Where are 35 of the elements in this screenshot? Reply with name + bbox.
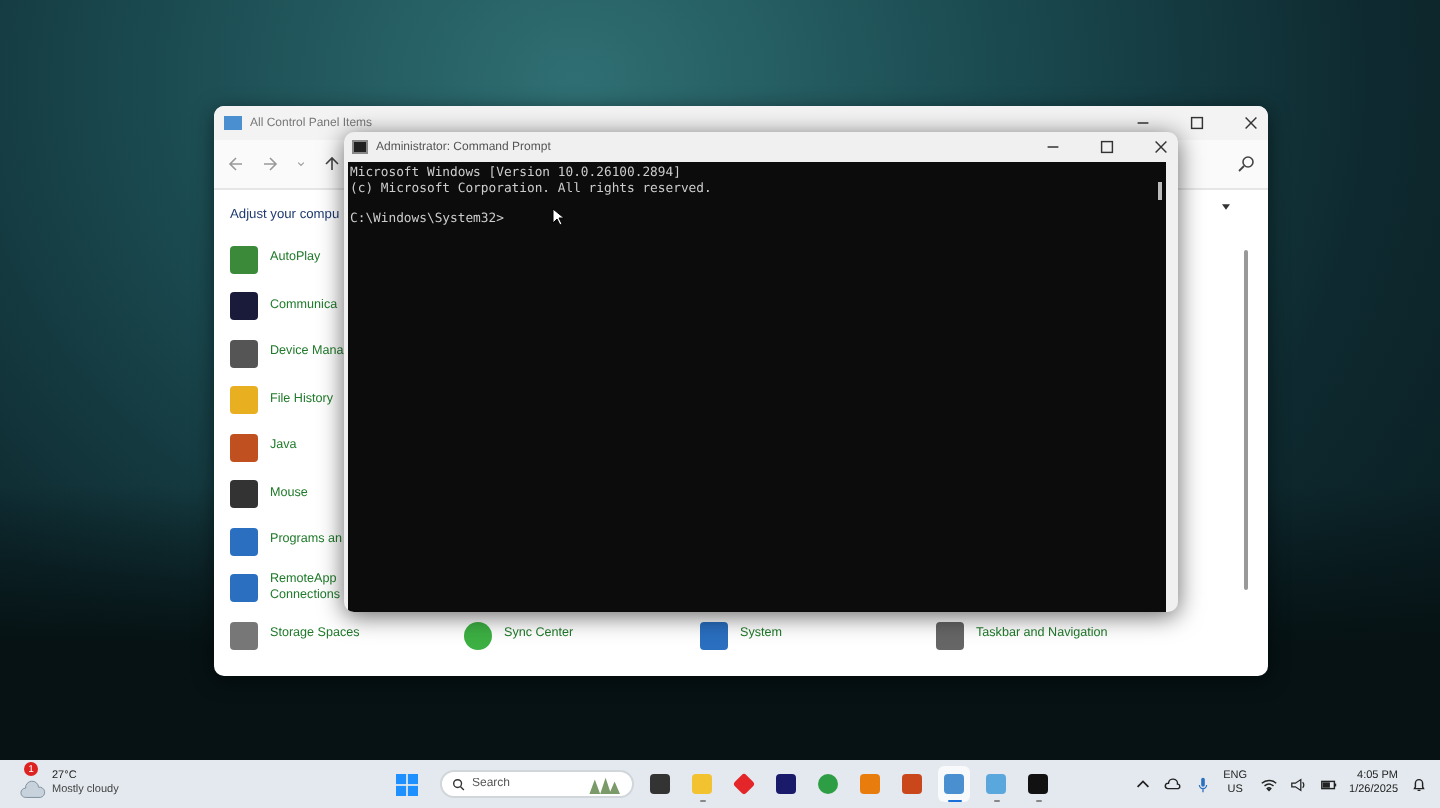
speaker-icon[interactable] xyxy=(1289,775,1308,793)
applet-icon xyxy=(464,621,492,649)
windows-start-icon[interactable] xyxy=(396,773,418,795)
forward-arrow-icon[interactable] xyxy=(260,154,280,174)
applet-icon xyxy=(230,386,258,414)
scrollbar[interactable] xyxy=(1244,250,1248,590)
applet-icon xyxy=(230,574,258,602)
cloud-icon[interactable] xyxy=(1163,775,1182,793)
applet-icon xyxy=(230,621,258,649)
mouse-pointer-icon xyxy=(552,208,564,226)
battery-icon[interactable] xyxy=(1319,775,1338,793)
back-arrow-icon[interactable] xyxy=(226,154,246,174)
wifi-icon[interactable] xyxy=(1259,775,1278,793)
notification-bell-icon[interactable] xyxy=(1410,775,1428,793)
control-panel-icon xyxy=(224,116,242,130)
microphone-icon[interactable] xyxy=(1193,775,1212,793)
applet-icon xyxy=(230,245,258,273)
view-caret-icon[interactable] xyxy=(1222,204,1230,210)
close-icon[interactable] xyxy=(1242,114,1260,132)
applet-icon xyxy=(936,621,964,649)
applet-icon xyxy=(230,433,258,461)
chevron-up-icon[interactable] xyxy=(1133,775,1152,793)
applet-icon xyxy=(700,621,728,649)
maximize-icon[interactable] xyxy=(1188,114,1206,132)
search-icon[interactable] xyxy=(1236,154,1256,174)
maximize-icon[interactable] xyxy=(1098,138,1116,156)
search-icon xyxy=(452,777,466,791)
cloud-icon xyxy=(20,780,46,800)
up-arrow-icon[interactable] xyxy=(322,154,342,174)
terminal-icon xyxy=(352,140,368,154)
applet-icon xyxy=(230,339,258,367)
applet-icon xyxy=(230,480,258,508)
close-icon[interactable] xyxy=(1152,138,1170,156)
applet-icon xyxy=(230,527,258,555)
applet-icon xyxy=(230,292,258,320)
